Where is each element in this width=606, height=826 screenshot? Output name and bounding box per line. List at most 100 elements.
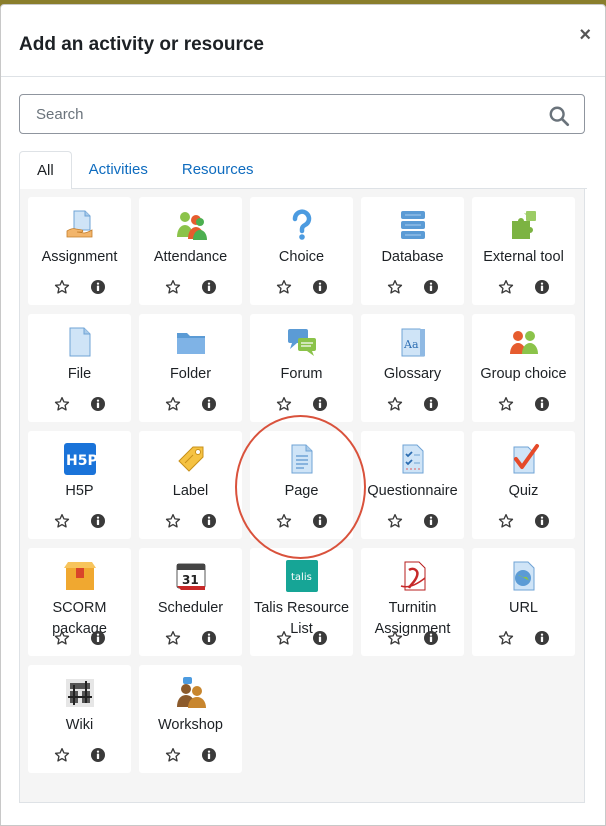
card-actions xyxy=(361,630,464,646)
tab-content-all: Assignment Attendance Choice Database Ex… xyxy=(19,189,585,803)
star-icon[interactable] xyxy=(387,630,403,646)
module-card-forum[interactable]: Forum xyxy=(250,314,353,422)
info-icon[interactable] xyxy=(201,630,217,646)
module-card-page[interactable]: Page xyxy=(250,431,353,539)
card-actions xyxy=(472,279,575,295)
info-icon[interactable] xyxy=(90,630,106,646)
star-icon[interactable] xyxy=(387,396,403,412)
module-card-scheduler[interactable]: 31 Scheduler xyxy=(139,548,242,656)
tab-activities[interactable]: Activities xyxy=(72,151,165,189)
star-icon[interactable] xyxy=(54,279,70,295)
search-input[interactable] xyxy=(20,95,584,133)
turnitin-icon xyxy=(397,560,429,592)
puzzle-icon xyxy=(508,209,540,241)
card-actions xyxy=(361,279,464,295)
star-icon[interactable] xyxy=(165,630,181,646)
card-actions xyxy=(28,513,131,529)
module-card-h5p[interactable]: H5P H5P xyxy=(28,431,131,539)
modal-title: Add an activity or resource xyxy=(19,33,264,55)
info-icon[interactable] xyxy=(312,279,328,295)
info-icon[interactable] xyxy=(90,279,106,295)
calendar-icon: 31 xyxy=(175,560,207,592)
star-icon[interactable] xyxy=(165,747,181,763)
info-icon[interactable] xyxy=(201,396,217,412)
card-actions xyxy=(472,513,575,529)
star-icon[interactable] xyxy=(276,279,292,295)
chooser-tabs: All Activities Resources xyxy=(19,151,587,190)
page-icon xyxy=(286,443,318,475)
url-icon xyxy=(508,560,540,592)
module-card-questionnaire[interactable]: Questionnaire xyxy=(361,431,464,539)
card-actions xyxy=(28,630,131,646)
star-icon[interactable] xyxy=(165,279,181,295)
info-icon[interactable] xyxy=(423,396,439,412)
star-icon[interactable] xyxy=(165,396,181,412)
folder-icon xyxy=(175,326,207,358)
svg-text:talis: talis xyxy=(291,572,312,583)
module-card-assignment[interactable]: Assignment xyxy=(28,197,131,305)
module-card-file[interactable]: File xyxy=(28,314,131,422)
star-icon[interactable] xyxy=(387,513,403,529)
wiki-icon xyxy=(64,677,96,709)
card-actions xyxy=(361,513,464,529)
info-icon[interactable] xyxy=(90,396,106,412)
module-card-attendance[interactable]: Attendance xyxy=(139,197,242,305)
card-actions xyxy=(139,630,242,646)
search-icon[interactable] xyxy=(548,105,570,127)
module-card-external-tool[interactable]: External tool xyxy=(472,197,575,305)
info-icon[interactable] xyxy=(423,630,439,646)
info-icon[interactable] xyxy=(534,279,550,295)
attendance-icon xyxy=(175,209,207,241)
module-card-url[interactable]: URL xyxy=(472,548,575,656)
star-icon[interactable] xyxy=(387,279,403,295)
star-icon[interactable] xyxy=(498,513,514,529)
star-icon[interactable] xyxy=(54,630,70,646)
star-icon[interactable] xyxy=(276,513,292,529)
module-card-folder[interactable]: Folder xyxy=(139,314,242,422)
star-icon[interactable] xyxy=(498,279,514,295)
info-icon[interactable] xyxy=(201,747,217,763)
star-icon[interactable] xyxy=(276,630,292,646)
module-card-workshop[interactable]: Workshop xyxy=(139,665,242,773)
info-icon[interactable] xyxy=(534,513,550,529)
info-icon[interactable] xyxy=(312,513,328,529)
module-card-quiz[interactable]: Quiz xyxy=(472,431,575,539)
info-icon[interactable] xyxy=(312,396,328,412)
module-card-label[interactable]: Label xyxy=(139,431,242,539)
module-card-choice[interactable]: Choice xyxy=(250,197,353,305)
module-card-wiki[interactable]: Wiki xyxy=(28,665,131,773)
quiz-icon xyxy=(508,443,540,475)
info-icon[interactable] xyxy=(201,513,217,529)
activity-chooser-modal: Add an activity or resource × All Activi… xyxy=(0,4,606,826)
card-actions xyxy=(28,279,131,295)
info-icon[interactable] xyxy=(534,396,550,412)
info-icon[interactable] xyxy=(423,279,439,295)
card-actions xyxy=(139,513,242,529)
tab-all[interactable]: All xyxy=(19,151,72,190)
star-icon[interactable] xyxy=(165,513,181,529)
module-card-turnitin-assignment[interactable]: Turnitin Assignment xyxy=(361,548,464,656)
card-actions xyxy=(472,396,575,412)
star-icon[interactable] xyxy=(498,630,514,646)
tab-resources[interactable]: Resources xyxy=(165,151,271,189)
info-icon[interactable] xyxy=(90,747,106,763)
star-icon[interactable] xyxy=(54,513,70,529)
info-icon[interactable] xyxy=(423,513,439,529)
search-box xyxy=(19,94,585,134)
module-card-talis-resource-list[interactable]: talis Talis Resource List xyxy=(250,548,353,656)
info-icon[interactable] xyxy=(312,630,328,646)
module-card-scorm-package[interactable]: SCORM package xyxy=(28,548,131,656)
workshop-icon xyxy=(175,677,207,709)
close-button[interactable]: × xyxy=(579,24,591,47)
module-card-database[interactable]: Database xyxy=(361,197,464,305)
star-icon[interactable] xyxy=(276,396,292,412)
info-icon[interactable] xyxy=(90,513,106,529)
card-actions xyxy=(139,279,242,295)
module-card-group-choice[interactable]: Group choice xyxy=(472,314,575,422)
star-icon[interactable] xyxy=(54,396,70,412)
info-icon[interactable] xyxy=(201,279,217,295)
module-card-glossary[interactable]: Aa Glossary xyxy=(361,314,464,422)
star-icon[interactable] xyxy=(498,396,514,412)
info-icon[interactable] xyxy=(534,630,550,646)
star-icon[interactable] xyxy=(54,747,70,763)
